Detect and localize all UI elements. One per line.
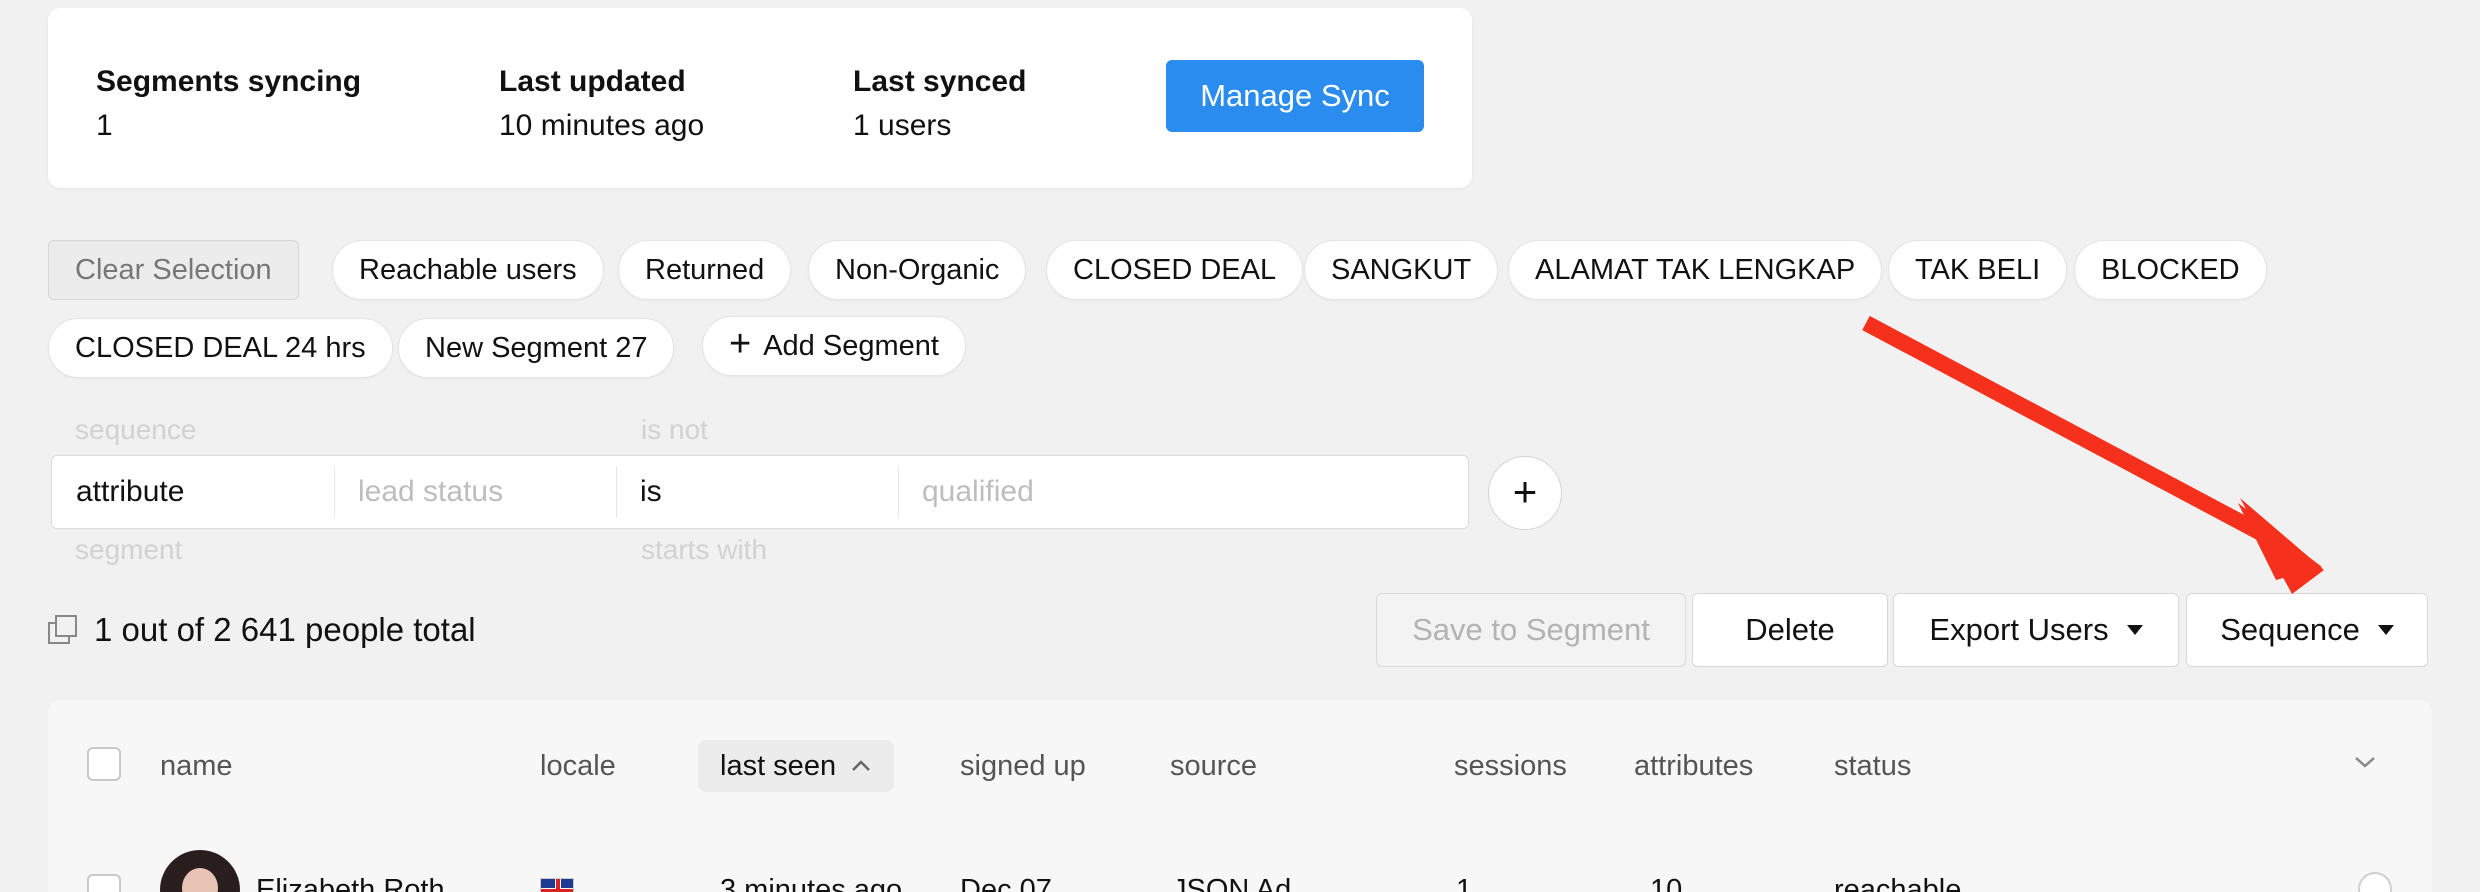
user-source: JSON Ad xyxy=(1172,874,1292,892)
user-last-seen: 3 minutes ago xyxy=(720,874,903,892)
column-header-status[interactable]: status xyxy=(1834,746,1911,786)
sync-summary-card: Segments syncing 1 Last updated 10 minut… xyxy=(48,8,1472,188)
segments-syncing-value: 1 xyxy=(96,109,113,142)
add-filter-button[interactable]: + xyxy=(1488,456,1562,530)
column-header-sessions[interactable]: sessions xyxy=(1454,746,1567,786)
user-signed-up: Dec 07 xyxy=(960,874,1052,892)
add-segment-button[interactable]: + Add Segment xyxy=(702,316,966,376)
segment-chip[interactable]: New Segment 27 xyxy=(398,318,675,378)
delete-label: Delete xyxy=(1745,612,1835,647)
filter-operator-option-above[interactable]: is not xyxy=(641,412,708,448)
filter-field-select[interactable]: attribute xyxy=(52,456,334,528)
filter-rule: attribute lead status is qualified xyxy=(51,455,1469,529)
column-header-last-seen[interactable]: last seen xyxy=(698,740,895,792)
add-segment-label: Add Segment xyxy=(763,330,939,362)
plus-icon: + xyxy=(729,323,752,365)
users-table xyxy=(48,700,2432,892)
chevron-down-icon[interactable] xyxy=(2352,754,2378,770)
caret-down-icon xyxy=(2126,625,2143,635)
last-synced-stat: Last synced 1 users xyxy=(853,60,1026,148)
sequence-button[interactable]: Sequence xyxy=(2186,593,2428,667)
segment-chip[interactable]: TAK BELI xyxy=(1888,240,2068,300)
column-header-name[interactable]: name xyxy=(160,746,233,786)
chevron-up-icon xyxy=(852,760,870,771)
segments-syncing-label: Segments syncing xyxy=(96,65,362,98)
user-name[interactable]: Elizabeth Roth xyxy=(256,870,445,892)
column-header-attributes[interactable]: attributes xyxy=(1634,746,1753,786)
segment-chip[interactable]: SANGKUT xyxy=(1304,240,1499,300)
user-sessions: 1 xyxy=(1456,874,1473,892)
segment-chip[interactable]: Returned xyxy=(618,240,792,300)
last-updated-stat: Last updated 10 minutes ago xyxy=(499,60,704,148)
segments-syncing-stat: Segments syncing 1 xyxy=(96,60,361,148)
copy-icon[interactable] xyxy=(48,615,78,645)
flag-icon xyxy=(540,878,574,892)
last-updated-value: 10 minutes ago xyxy=(499,109,705,142)
last-updated-label: Last updated xyxy=(499,65,686,98)
segment-chip[interactable]: Reachable users xyxy=(332,240,604,300)
filter-value-input[interactable]: qualified xyxy=(898,456,1468,528)
segment-chip[interactable]: BLOCKED xyxy=(2074,240,2267,300)
export-users-button[interactable]: Export Users xyxy=(1893,593,2179,667)
people-count: 1 out of 2 641 people total xyxy=(94,611,476,648)
manage-sync-button[interactable]: Manage Sync xyxy=(1166,60,1424,132)
column-header-signed-up[interactable]: signed up xyxy=(960,746,1086,786)
last-synced-label: Last synced xyxy=(853,65,1027,98)
filter-field-option-above[interactable]: sequence xyxy=(75,412,196,448)
export-users-label: Export Users xyxy=(1929,612,2109,647)
segment-chip[interactable]: CLOSED DEAL xyxy=(1046,240,1304,300)
row-checkbox[interactable] xyxy=(87,874,121,892)
caret-down-icon xyxy=(2377,625,2394,635)
column-header-last-seen-label: last seen xyxy=(720,750,837,782)
filter-operator-option-below[interactable]: starts with xyxy=(641,532,767,568)
filter-operator-select[interactable]: is xyxy=(616,456,898,528)
sequence-label: Sequence xyxy=(2220,612,2360,647)
save-to-segment-label: Save to Segment xyxy=(1412,612,1650,647)
filter-field-option-below[interactable]: segment xyxy=(75,532,182,568)
segment-chip[interactable]: CLOSED DEAL 24 hrs xyxy=(48,318,393,378)
clear-selection-button[interactable]: Clear Selection xyxy=(48,240,299,300)
segment-chip[interactable]: Non-Organic xyxy=(808,240,1027,300)
plus-icon: + xyxy=(1512,468,1538,515)
last-synced-value: 1 users xyxy=(853,109,952,142)
save-to-segment-button[interactable]: Save to Segment xyxy=(1376,593,1686,667)
delete-button[interactable]: Delete xyxy=(1692,593,1888,667)
segment-chip[interactable]: ALAMAT TAK LENGKAP xyxy=(1508,240,1883,300)
select-all-checkbox[interactable] xyxy=(87,747,121,781)
filter-attribute-input[interactable]: lead status xyxy=(334,456,616,528)
user-attributes: 10 xyxy=(1650,874,1683,892)
column-header-locale[interactable]: locale xyxy=(540,746,616,786)
column-header-source[interactable]: source xyxy=(1170,746,1257,786)
user-status: reachable xyxy=(1834,874,1962,892)
